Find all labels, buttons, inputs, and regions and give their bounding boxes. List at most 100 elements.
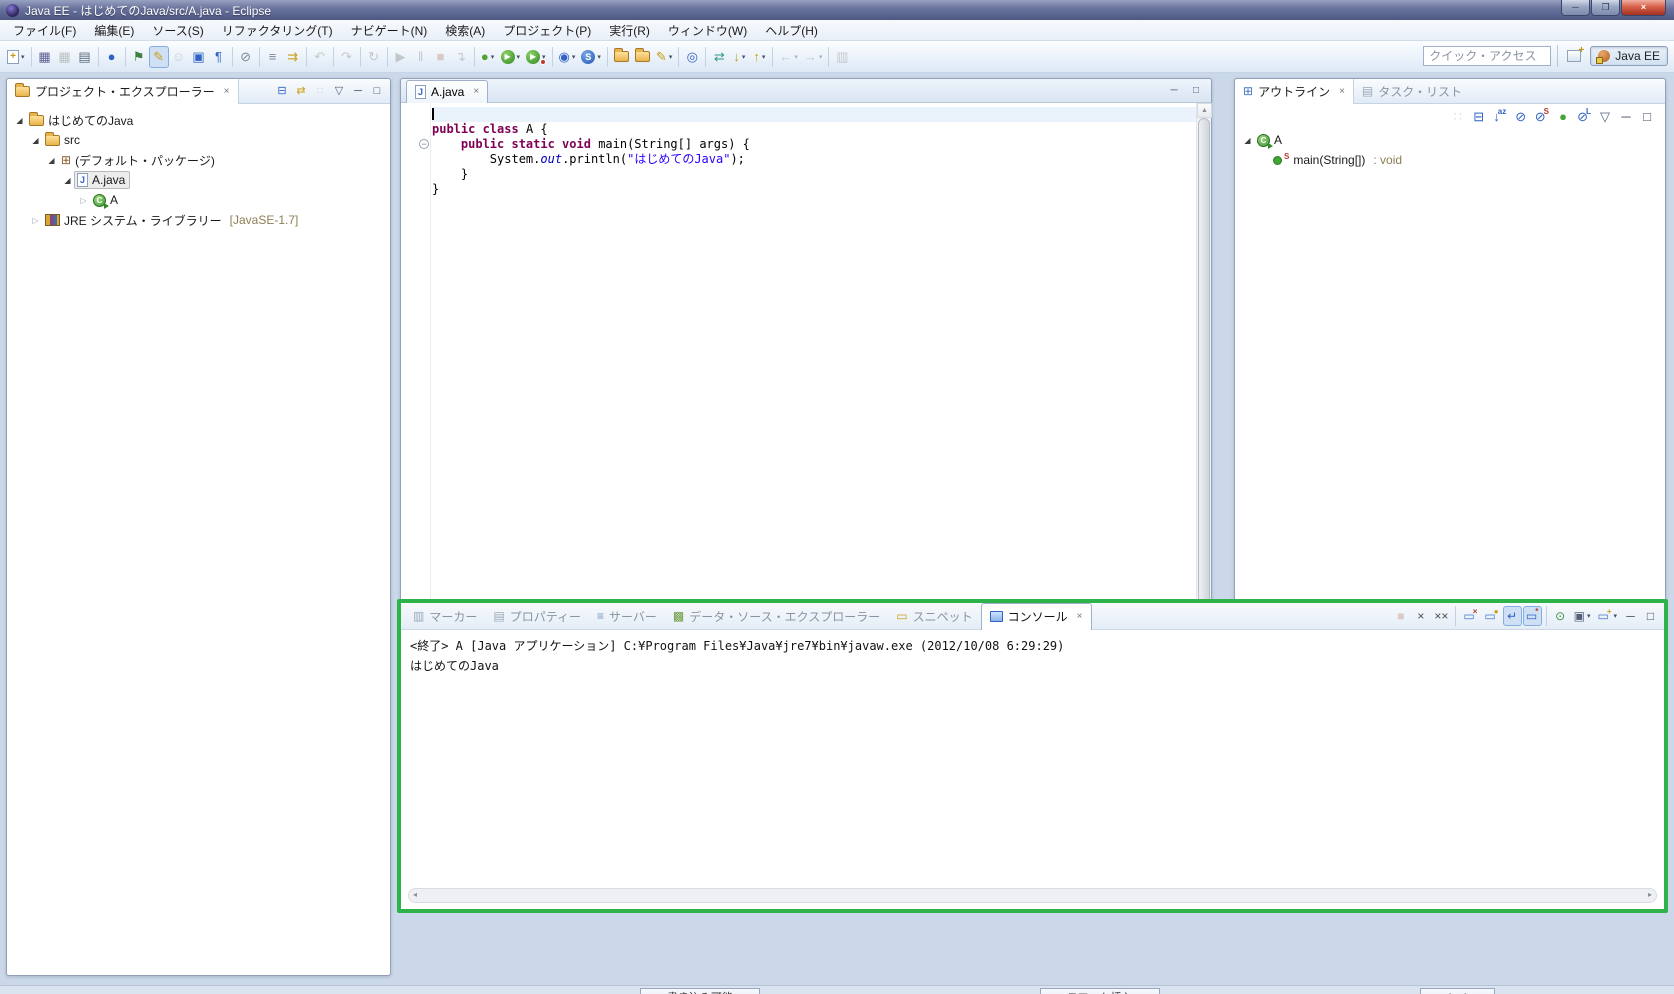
project-explorer-view-tab[interactable]: プロジェクト・エクスプローラー × (7, 79, 239, 104)
menu-file[interactable]: ファイル(F) (4, 20, 85, 41)
chevron-down-icon[interactable]: ▾ (762, 53, 766, 61)
scrollbar-thumb[interactable] (1198, 118, 1210, 631)
menu-project[interactable]: プロジェクト(P) (494, 20, 600, 41)
close-icon[interactable]: × (224, 86, 230, 97)
run-history-button[interactable]: ▶▾ (523, 46, 549, 68)
remove-all-terminated-button[interactable]: ×× (1431, 606, 1451, 626)
sort-button[interactable]: ↓az (1490, 105, 1510, 127)
link-with-editor-button[interactable]: ⇄ (292, 82, 310, 101)
minimize-view-button[interactable]: ─ (1621, 606, 1640, 626)
hide-static-button[interactable]: ⊘S (1532, 105, 1552, 127)
resume-button[interactable]: ▶ (391, 46, 411, 68)
tree-item-jre-system-library[interactable]: ▷JRE システム・ライブラリー[JavaSE-1.7] (7, 210, 390, 230)
convert-button[interactable]: ⇄ (709, 46, 729, 68)
markers-tab[interactable]: ▥マーカー (405, 603, 485, 630)
code-line[interactable]: } (432, 167, 1196, 182)
code-line[interactable]: } (432, 182, 1196, 197)
chevron-down-icon[interactable]: ▾ (1587, 612, 1591, 620)
title-bar[interactable]: Java EE - はじめてのJava/src/A.java - Eclipse… (0, 0, 1674, 20)
menu-source[interactable]: ソース(S) (143, 20, 212, 41)
maximize-view-button[interactable]: □ (1637, 105, 1657, 127)
open-console-button[interactable]: ▭+▾ (1594, 606, 1620, 626)
code-line[interactable]: public class A { (432, 122, 1196, 137)
code-line[interactable]: System.out.println("はじめてのJava"); (432, 152, 1196, 167)
data-source-explorer-tab[interactable]: ▩データ・ソース・エクスプローラー (665, 603, 888, 630)
format-button[interactable]: ✎▾ (653, 46, 675, 68)
outline-view-tab[interactable]: ⊞ アウトライン × (1235, 79, 1354, 104)
tree-item-default-package[interactable]: ◢⊞(デフォルト・パッケージ) (7, 150, 390, 170)
hide-non-public-button[interactable]: ● (1553, 105, 1573, 127)
close-icon[interactable]: × (1339, 86, 1345, 97)
minimize-view-button[interactable]: ─ (1616, 105, 1636, 127)
drop-to-frame-button[interactable]: ↻ (364, 46, 384, 68)
undo-button[interactable]: ↶ (310, 46, 330, 68)
close-button[interactable]: × (1621, 0, 1666, 16)
perspective-java-ee-button[interactable]: Java EE (1590, 46, 1668, 66)
outline-item-outline-class-a[interactable]: ◢CA (1235, 130, 1665, 150)
new-web-service-button[interactable]: S▾ (578, 46, 604, 68)
code-area[interactable]: public class A { public static void main… (432, 103, 1196, 646)
expander-icon[interactable]: ▷ (77, 196, 90, 205)
tree-item-project-hajimete-java[interactable]: ◢はじめてのJava (7, 110, 390, 130)
chevron-down-icon[interactable]: ▾ (491, 53, 495, 61)
console-horizontal-scrollbar[interactable]: ◂ ▸ (408, 888, 1657, 903)
chevron-down-icon[interactable]: ▾ (21, 53, 25, 61)
last-edit-location-button[interactable]: ▥ (832, 46, 852, 68)
mark-occurrences-button[interactable]: ✎ (149, 46, 169, 68)
chevron-down-icon[interactable]: ▾ (669, 53, 673, 61)
close-icon[interactable]: × (1077, 611, 1083, 622)
hide-fields-button[interactable]: ⊘ (1511, 105, 1531, 127)
scroll-up-icon[interactable]: ▲ (1197, 103, 1212, 118)
activate-on-output-button[interactable]: ▭* (1523, 606, 1542, 626)
close-icon[interactable]: × (473, 86, 479, 97)
web-browser-button[interactable]: ◎ (682, 46, 702, 68)
menu-help[interactable]: ヘルプ(H) (756, 20, 827, 41)
terminate-button[interactable]: ■ (1391, 606, 1410, 626)
maximize-view-button[interactable]: □ (1641, 606, 1660, 626)
show-paragraph-button[interactable]: ¶ (209, 46, 229, 68)
scroll-right-icon[interactable]: ▸ (1648, 890, 1652, 899)
pin-console-button[interactable]: ⊙ (1551, 606, 1570, 626)
install-update-button[interactable]: ● (102, 46, 122, 68)
chevron-down-icon[interactable]: ▾ (597, 53, 601, 61)
properties-tab[interactable]: ▤プロパティー (485, 603, 589, 630)
hide-whitespace-button[interactable]: ⊘ (236, 46, 256, 68)
minimize-button[interactable]: ─ (1561, 0, 1590, 16)
display-console-button[interactable]: ▣▾ (1571, 606, 1594, 626)
menu-navigate[interactable]: ナビゲート(N) (342, 20, 437, 41)
code-line[interactable]: public static void main(String[] args) { (432, 137, 1196, 152)
new-button[interactable]: +▾ (4, 46, 28, 68)
view-menu-button[interactable]: ▽ (330, 82, 348, 101)
minimize-view-button[interactable]: ─ (1164, 80, 1184, 102)
save-button[interactable]: ▦ (35, 46, 55, 68)
clear-console-button[interactable]: ▭× (1460, 606, 1480, 626)
focus-button[interactable]: ∷ (1448, 105, 1468, 127)
step-button[interactable]: ↴ (451, 46, 471, 68)
menu-search[interactable]: 検索(A) (436, 20, 494, 41)
editor-body[interactable]: − public class A { public static void ma… (401, 103, 1211, 661)
quick-access-input[interactable] (1423, 46, 1551, 66)
remove-launch-button[interactable]: × (1411, 606, 1430, 626)
expander-icon[interactable]: ▷ (29, 216, 42, 225)
sort-list-button[interactable]: ≡ (263, 46, 283, 68)
tree-item-a-java-file[interactable]: ◢JA.java (7, 170, 390, 190)
servers-tab[interactable]: ≡サーバー (589, 603, 665, 630)
menu-run[interactable]: 実行(R) (600, 20, 659, 41)
focus-button[interactable]: ∷ (311, 82, 329, 101)
hide-local-types-button[interactable]: ⊘L (1574, 105, 1594, 127)
menu-edit[interactable]: 編集(E) (85, 20, 143, 41)
chevron-down-icon[interactable]: ▾ (517, 53, 521, 61)
scroll-lock-button[interactable]: ▭● (1481, 606, 1501, 626)
export-button[interactable]: ↑▾ (749, 46, 769, 68)
expander-icon[interactable]: ◢ (13, 116, 26, 125)
console-output[interactable]: <終了> A [Java アプリケーション] C:¥Program Files¥… (401, 630, 1664, 681)
tree-item-class-a[interactable]: ▷CA (7, 190, 390, 210)
fold-collapse-icon[interactable]: − (419, 139, 429, 149)
chevron-down-icon[interactable]: ▾ (794, 53, 798, 61)
collapse-all-button[interactable]: ⊟ (1469, 105, 1489, 127)
snippets-tab[interactable]: ▭スニペット (888, 603, 980, 630)
import-button[interactable]: ↓▾ (729, 46, 749, 68)
run-button[interactable]: ▶▾ (498, 46, 524, 68)
expander-icon[interactable]: ◢ (29, 136, 42, 145)
expander-icon[interactable]: ◢ (61, 176, 74, 185)
